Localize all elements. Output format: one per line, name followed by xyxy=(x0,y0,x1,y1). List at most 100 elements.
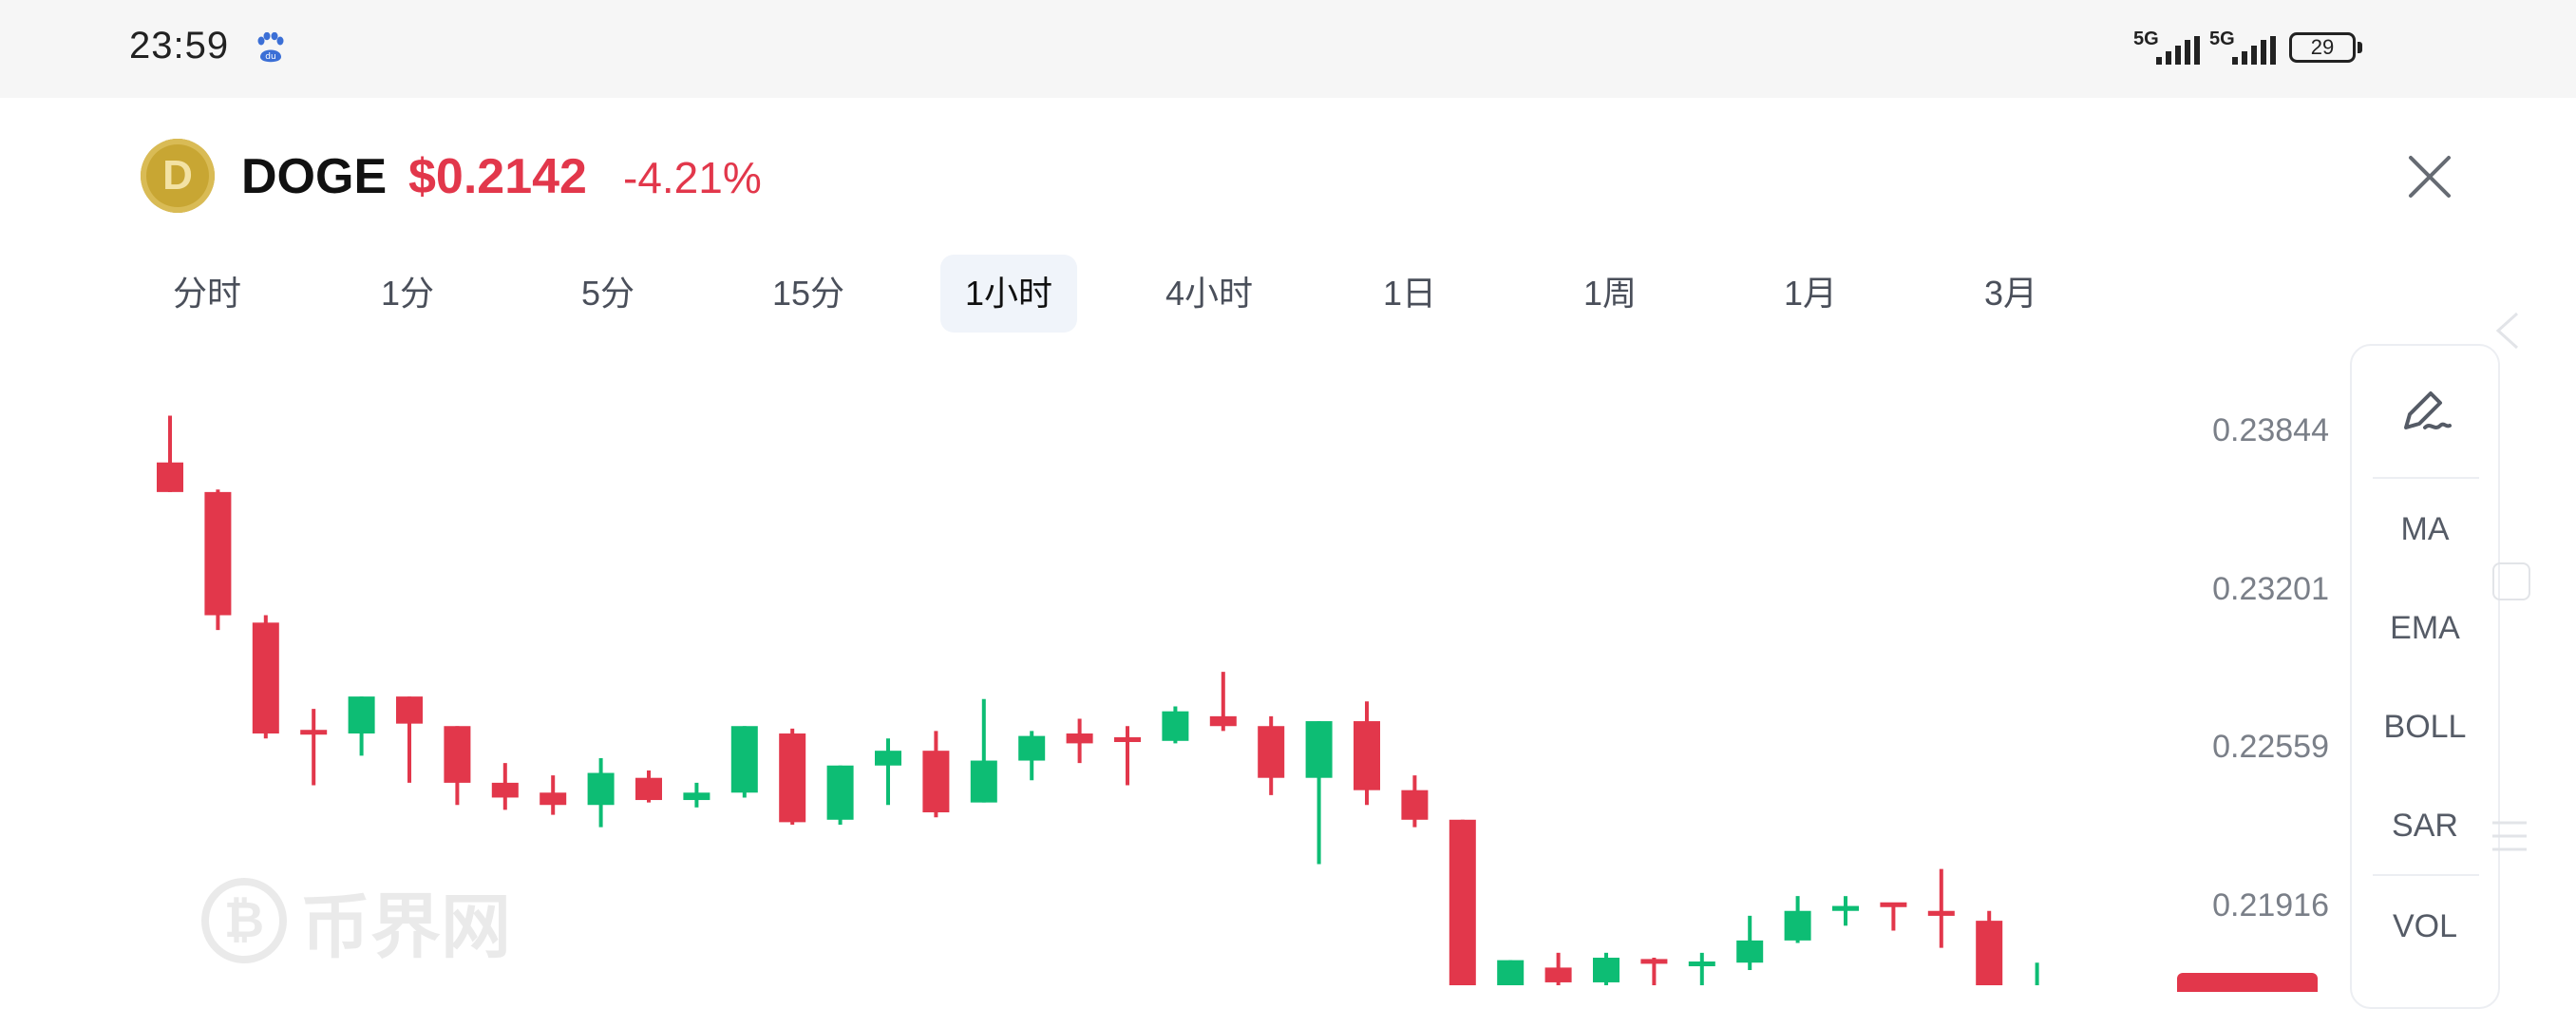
candlestick xyxy=(444,726,471,806)
candlestick xyxy=(1976,910,2003,985)
indicator-vol[interactable]: VOL xyxy=(2352,908,2498,945)
candle-body xyxy=(1162,711,1189,741)
candlestick xyxy=(1544,952,1572,985)
candle-body xyxy=(444,726,471,783)
candlestick xyxy=(1880,902,1907,931)
candle-body xyxy=(300,730,328,735)
candle-body xyxy=(1832,905,1859,911)
indicator-boll[interactable]: BOLL xyxy=(2352,709,2498,746)
indicator-ma[interactable]: MA xyxy=(2352,511,2498,548)
candlestick xyxy=(922,731,950,818)
battery-icon: 29 xyxy=(2289,32,2356,63)
tab-1day[interactable]: 1日 xyxy=(1341,255,1478,333)
candlestick xyxy=(1927,868,1955,948)
candlestick xyxy=(1401,775,1429,828)
candlestick xyxy=(1688,952,1715,985)
candle-body xyxy=(1640,959,1668,964)
candle-body xyxy=(1114,737,1141,743)
candlestick xyxy=(1305,721,1333,865)
candle-body xyxy=(1593,958,1619,982)
floating-square-handle[interactable] xyxy=(2492,562,2530,600)
candle-body xyxy=(587,772,615,806)
y-axis-tick-label: 0.23201 xyxy=(2212,571,2329,607)
candlestick xyxy=(1497,960,1525,985)
candlestick xyxy=(1640,958,1668,985)
candlestick xyxy=(1784,896,1811,943)
candlestick xyxy=(1736,915,1764,970)
candlestick xyxy=(587,757,615,828)
candlestick xyxy=(635,770,662,803)
candlestick xyxy=(1354,701,1380,806)
y-axis-tick-label: 0.22559 xyxy=(2212,729,2329,765)
battery-tip xyxy=(2358,42,2362,53)
candle-body xyxy=(1258,726,1285,778)
candle-body xyxy=(157,462,183,492)
candle-body xyxy=(1736,940,1764,963)
candlestick xyxy=(157,415,183,492)
panel-divider xyxy=(2373,477,2479,479)
candle-body xyxy=(1927,910,1955,916)
y-axis-tick-label: 0.21916 xyxy=(2212,887,2329,923)
close-icon[interactable] xyxy=(2403,150,2456,203)
candle-body xyxy=(635,777,662,801)
tab-1month[interactable]: 1月 xyxy=(1742,255,1879,333)
baidu-paw-icon: du xyxy=(257,32,284,63)
coin-logo-glyph: D xyxy=(162,152,193,199)
candle-body xyxy=(1066,733,1093,744)
pen-draw-icon[interactable] xyxy=(2396,386,2453,437)
candlestick xyxy=(826,765,854,825)
candle-body xyxy=(779,733,806,823)
candlestick xyxy=(540,775,567,815)
chevron-left-icon[interactable] xyxy=(2492,310,2521,352)
candlestick xyxy=(970,698,997,803)
candle-body xyxy=(683,792,710,801)
candle-body xyxy=(1305,721,1333,778)
candle-body xyxy=(491,782,519,798)
candlestick xyxy=(683,782,710,808)
doge-coin-icon: D xyxy=(141,139,215,213)
candle-body xyxy=(1209,715,1237,727)
candlestick xyxy=(875,738,901,806)
candle-body xyxy=(922,751,950,813)
tab-15min[interactable]: 15分 xyxy=(740,255,877,333)
tab-1hour[interactable]: 1小时 xyxy=(940,255,1077,333)
indicator-ema[interactable]: EMA xyxy=(2352,610,2498,647)
candlestick xyxy=(252,615,279,739)
candle-body xyxy=(730,726,758,793)
tab-time-sharing[interactable]: 分时 xyxy=(139,255,275,333)
y-axis-tick-label: 0.23844 xyxy=(2212,412,2329,448)
candle-body xyxy=(875,751,901,766)
candle-body xyxy=(1354,721,1380,790)
candle-body xyxy=(1784,910,1811,941)
coin-price: $0.2142 xyxy=(408,149,587,204)
tab-3month[interactable]: 3月 xyxy=(1942,255,2079,333)
tab-5min[interactable]: 5分 xyxy=(540,255,676,333)
price-change-percent: -4.21% xyxy=(623,153,762,202)
interval-tabs: 分时 1分 5分 15分 1小时 4小时 1日 1周 1月 3月 xyxy=(0,255,2128,333)
indicator-panel: MA EMA BOLL SAR VOL xyxy=(2350,344,2500,1009)
candlestick xyxy=(1209,672,1237,732)
candlestick xyxy=(1593,952,1619,985)
tab-1week[interactable]: 1周 xyxy=(1542,255,1678,333)
candlestick xyxy=(2035,962,2039,985)
candle-body xyxy=(204,491,232,616)
candlestick xyxy=(1066,718,1093,764)
candle-body xyxy=(826,765,854,820)
menu-lines-icon[interactable] xyxy=(2489,815,2530,857)
candlestick xyxy=(779,728,806,825)
candlestick-chart[interactable]: 0.23844 0.23201 0.22559 0.21916 xyxy=(0,342,2356,985)
candle-body xyxy=(1544,967,1572,982)
status-bar: 23:59 du 5G 5G 29 xyxy=(0,0,2576,98)
candle-body xyxy=(1497,960,1525,985)
signal-bars-icon xyxy=(2232,36,2276,65)
tab-1min[interactable]: 1分 xyxy=(339,255,476,333)
candle-body xyxy=(1976,921,2003,985)
coin-symbol: DOGE xyxy=(241,149,388,204)
svg-text:du: du xyxy=(265,52,275,62)
tab-4hour[interactable]: 4小时 xyxy=(1141,255,1278,333)
candlestick xyxy=(396,696,423,783)
candlestick xyxy=(491,763,519,810)
indicator-sar[interactable]: SAR xyxy=(2352,808,2498,845)
candle-body xyxy=(1688,961,1715,966)
candle-body xyxy=(348,696,375,734)
